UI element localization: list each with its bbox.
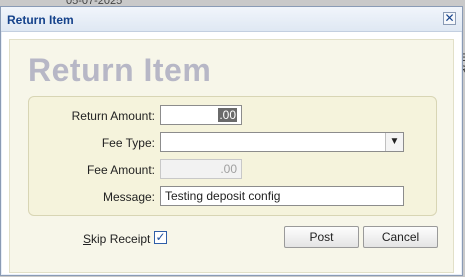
return-amount-label: Return Amount:: [71, 109, 155, 123]
dialog-body: Return Item Return Amount: .00 Fee Type:…: [9, 39, 454, 273]
message-label: Message:: [102, 190, 155, 204]
dialog-title: Return Item: [7, 13, 74, 27]
return-form: Return Amount: .00 Fee Type: ▼ Fee Amoun…: [28, 96, 437, 216]
return-amount-value: .00: [218, 108, 237, 122]
cancel-button[interactable]: Cancel: [363, 226, 438, 248]
fee-type-label: Fee Type:: [101, 136, 155, 150]
skip-receipt-label: Skip Receipt: [83, 232, 150, 246]
return-amount-input[interactable]: .00: [160, 105, 242, 125]
skip-receipt-label-rest: kip Receipt: [91, 232, 151, 246]
post-button[interactable]: Post: [284, 226, 359, 248]
message-input[interactable]: Testing deposit config: [160, 186, 404, 206]
page-heading: Return Item: [28, 52, 212, 88]
return-item-dialog: Return Item ✕ Return Item Return Amount:…: [0, 6, 463, 276]
fee-amount-input: .00: [160, 159, 242, 179]
dialog-titlebar[interactable]: Return Item ✕: [1, 7, 462, 32]
skip-receipt-checkbox[interactable]: ✓: [154, 231, 167, 244]
fee-type-select[interactable]: ▼: [160, 132, 404, 152]
close-icon[interactable]: ✕: [443, 12, 456, 25]
chevron-down-icon[interactable]: ▼: [385, 133, 403, 151]
fee-amount-label: Fee Amount:: [86, 163, 155, 177]
skip-receipt-mnemonic: S: [83, 232, 92, 246]
